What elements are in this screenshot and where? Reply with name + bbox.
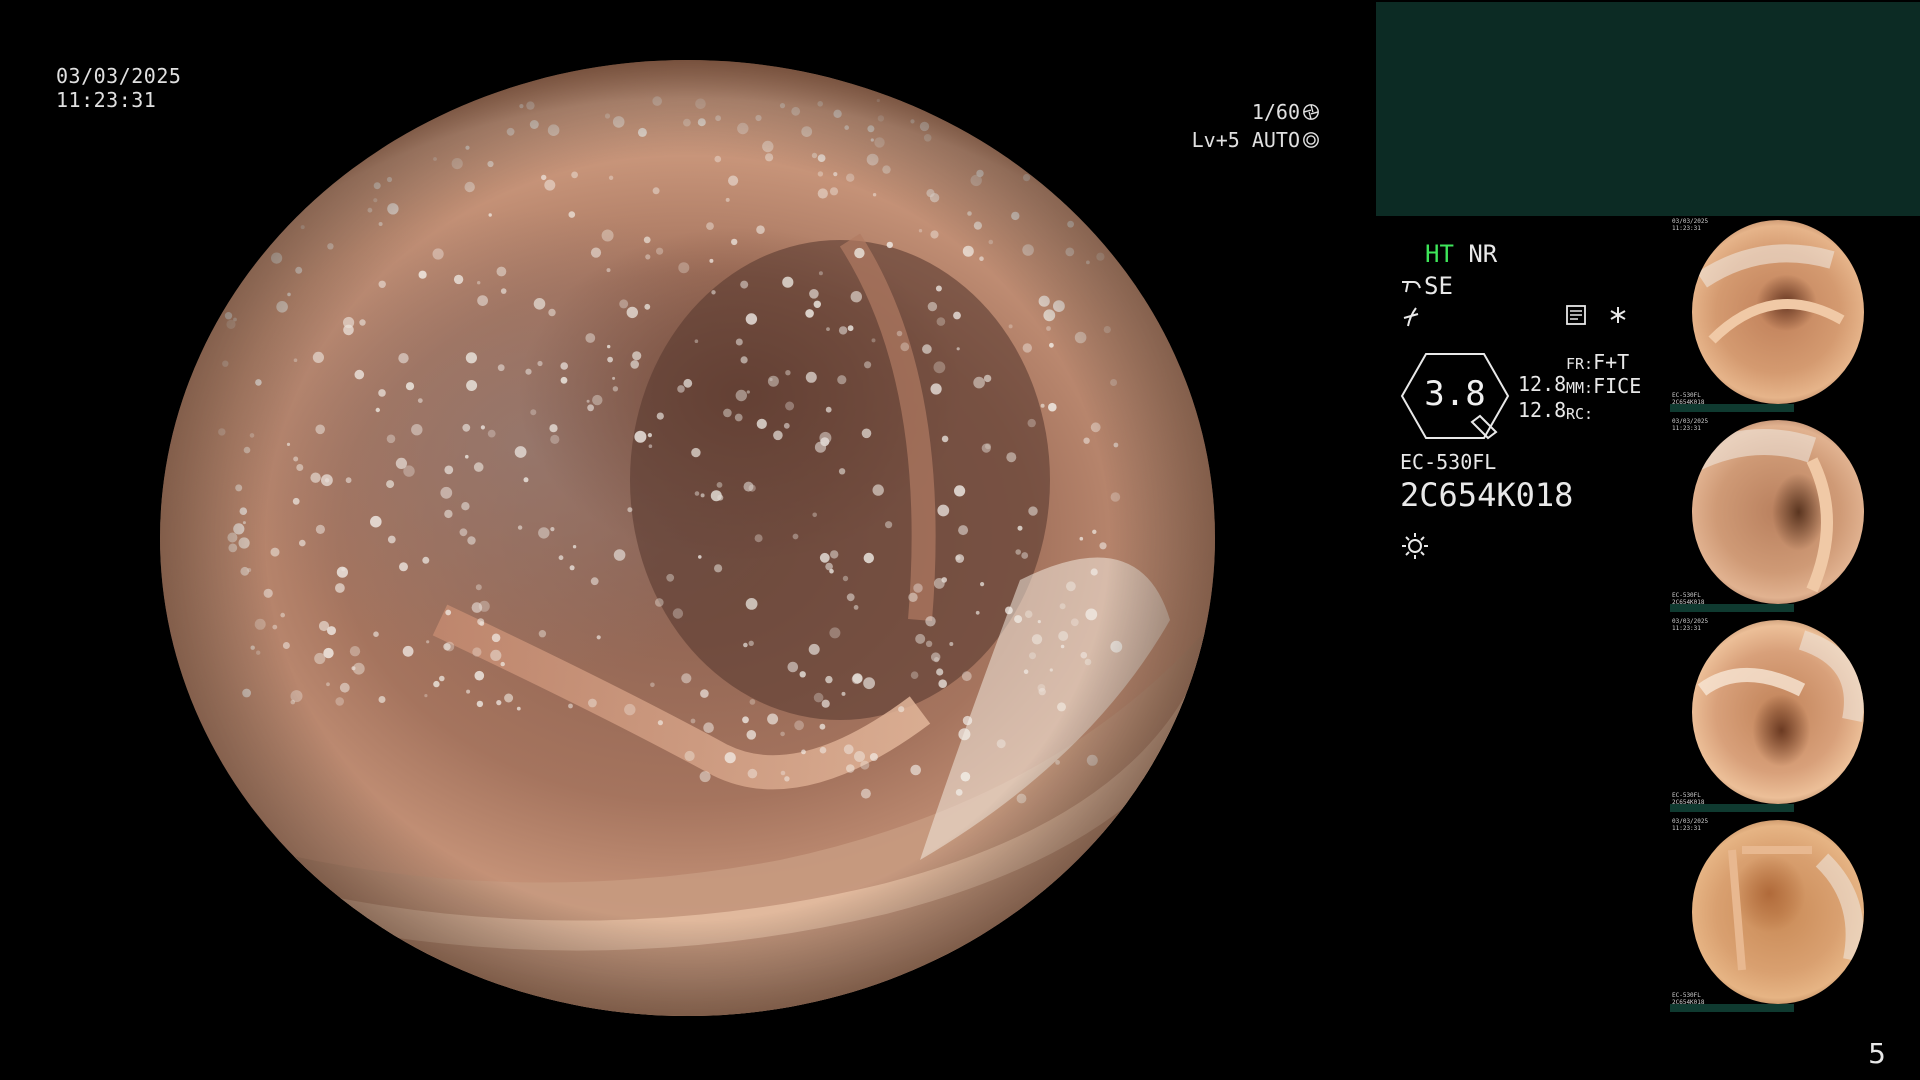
value-top: 12.8 xyxy=(1518,372,1567,396)
light-icon xyxy=(1402,533,1428,559)
structure-enhance-icon xyxy=(1402,281,1421,293)
shutter-text: 1/60 xyxy=(1251,100,1300,124)
thumbnail-strip: 03/03/2025 11:23:31 EC-530FL 2C654K018 03/… xyxy=(1670,216,1920,1016)
thumbnail-image xyxy=(1692,220,1864,404)
thumb-date: 03/03/2025 xyxy=(1672,818,1709,825)
thumb-time: 11:23:31 xyxy=(1672,225,1701,232)
thumb-date: 03/03/2025 xyxy=(1672,218,1709,225)
scope-serial: 2C654K018 xyxy=(1400,476,1574,514)
shutter-icon xyxy=(1303,104,1319,120)
thumb-time: 11:23:31 xyxy=(1672,625,1701,632)
rc-label: RC: xyxy=(1566,405,1594,423)
endoscopy-screen: 03/03/2025 11:23:31 1/60 Lv+5 AUTO HT NR… xyxy=(0,0,1920,1080)
gauge-value: 3.8 xyxy=(1424,374,1486,414)
thumb-model: EC-530FL xyxy=(1672,592,1701,599)
thumb-time: 11:23:31 xyxy=(1672,825,1701,832)
thumbnail-3[interactable]: 03/03/2025 11:23:31 EC-530FL 2C654K018 xyxy=(1670,616,1920,814)
record-icon xyxy=(1566,305,1586,325)
asterisk-icon xyxy=(1610,307,1626,323)
color-enhance-icon xyxy=(1403,307,1419,327)
thumbnail-image xyxy=(1692,620,1864,804)
thumb-bar xyxy=(1670,1004,1794,1012)
endoscope-main-view xyxy=(160,60,1215,1016)
thumb-bar xyxy=(1670,404,1794,412)
fr-value: F+T xyxy=(1593,350,1630,374)
thumbnail-2[interactable]: 03/03/2025 11:23:31 EC-530FL 2C654K018 xyxy=(1670,416,1920,614)
thumb-model: EC-530FL xyxy=(1672,392,1701,399)
endoscope-image xyxy=(160,60,1215,1016)
se-indicator: SE xyxy=(1424,272,1453,300)
thumbnail-1[interactable]: 03/03/2025 11:23:31 EC-530FL 2C654K018 xyxy=(1670,216,1920,414)
thumb-model: EC-530FL xyxy=(1672,792,1701,799)
thumbnail-image xyxy=(1692,820,1864,1004)
fr-label: FR: xyxy=(1566,355,1594,373)
thumb-bar xyxy=(1670,804,1794,812)
value-bottom: 12.8 xyxy=(1518,398,1567,422)
top-info-panel xyxy=(1376,2,1920,216)
mm-value: FICE xyxy=(1593,374,1642,398)
thumb-date: 03/03/2025 xyxy=(1672,418,1709,425)
thumbnail-4[interactable]: 03/03/2025 11:23:31 EC-530FL 2C654K018 xyxy=(1670,816,1920,1014)
thumb-time: 11:23:31 xyxy=(1672,425,1701,432)
thumb-bar xyxy=(1670,604,1794,612)
page-number: 5 xyxy=(1868,1037,1886,1070)
thumbnail-image xyxy=(1692,420,1864,604)
mm-label: MM: xyxy=(1566,379,1594,397)
nr-indicator: NR xyxy=(1468,240,1498,268)
iris-icon xyxy=(1303,132,1319,148)
thumb-model: EC-530FL xyxy=(1672,992,1701,999)
scope-model: EC-530FL xyxy=(1400,450,1497,474)
zoom-gauge: 3.8 xyxy=(1400,352,1510,440)
thumb-date: 03/03/2025 xyxy=(1672,618,1709,625)
ht-indicator: HT xyxy=(1425,240,1454,268)
